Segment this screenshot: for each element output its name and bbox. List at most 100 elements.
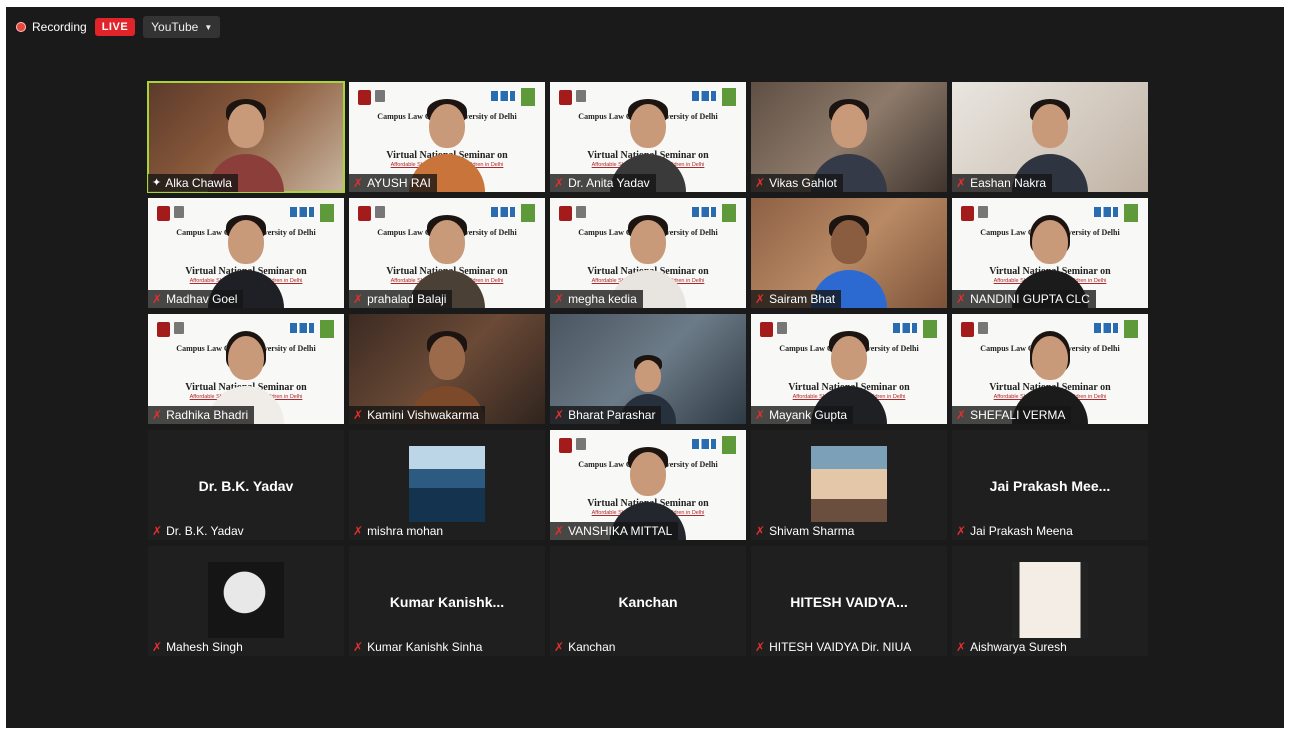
participant-tile[interactable]: ✗ Aishwarya Suresh (952, 546, 1148, 656)
participant-name-tag: ✗ Kanchan (550, 638, 621, 656)
participant-name-tag: ✗ VANSHIKA MITTAL (550, 522, 679, 540)
profile-picture (208, 562, 284, 638)
participant-name-tag: ✦ Alka Chawla (148, 174, 238, 192)
participant-name: NANDINI GUPTA CLC (970, 292, 1090, 306)
mic-off-icon: ✗ (152, 524, 163, 538)
mic-off-icon: ✗ (353, 176, 364, 190)
participant-name-tag: ✗ NANDINI GUPTA CLC (952, 290, 1096, 308)
mic-off-icon: ✗ (755, 524, 766, 538)
participant-tile[interactable]: Dr. B.K. Yadav ✗ Dr. B.K. Yadav (148, 430, 344, 540)
profile-picture (1012, 562, 1088, 638)
recording-label: Recording (32, 20, 87, 34)
participant-name: megha kedia (568, 292, 637, 306)
mic-off-icon: ✗ (554, 176, 565, 190)
participant-tile[interactable]: ✦ Alka Chawla (147, 81, 345, 193)
participant-name-tag: ✗ Vikas Gahlot (751, 174, 843, 192)
mic-off-icon: ✗ (755, 408, 766, 422)
participant-tile[interactable]: Campus Law Centre, University of Delhi V… (148, 198, 344, 308)
participant-name-tag: ✗ Kumar Kanishk Sinha (349, 638, 488, 656)
participant-name: HITESH VAIDYA Dir. NIUA (769, 640, 912, 654)
participant-name: Alka Chawla (165, 176, 232, 190)
profile-picture (811, 446, 887, 522)
participant-name-tag: ✗ Bharat Parashar (550, 406, 662, 424)
mic-off-icon: ✗ (755, 176, 766, 190)
participant-name-tag: ✗ Mahesh Singh (148, 638, 249, 656)
pin-icon: ✦ (152, 176, 162, 189)
participant-name: Aishwarya Suresh (970, 640, 1067, 654)
participant-name: Shivam Sharma (769, 524, 855, 538)
participant-tile[interactable]: ✗ Bharat Parashar (550, 314, 746, 424)
participant-tile[interactable]: ✗ Shivam Sharma (751, 430, 947, 540)
participant-tile[interactable]: Campus Law Centre, University of Delhi V… (349, 82, 545, 192)
participant-name-tag: ✗ AYUSH RAI (349, 174, 437, 192)
participant-tile[interactable]: ✗ Vikas Gahlot (751, 82, 947, 192)
meeting-window: Recording LIVE YouTube ▼ ✦ Alka Chawla C… (6, 7, 1284, 728)
participant-name-tag: ✗ Eashan Nakra (952, 174, 1053, 192)
participant-tile[interactable]: Campus Law Centre, University of Delhi V… (148, 314, 344, 424)
stream-target-dropdown[interactable]: YouTube ▼ (143, 16, 221, 38)
participant-name-tag: ✗ Radhika Bhadri (148, 406, 255, 424)
record-dot-icon (16, 22, 26, 32)
participant-tile[interactable]: Kanchan ✗ Kanchan (550, 546, 746, 656)
live-badge: LIVE (94, 18, 136, 36)
participant-name-tag: ✗ Dr. B.K. Yadav (148, 522, 250, 540)
participant-tile[interactable]: HITESH VAIDYA... ✗ HITESH VAIDYA Dir. NI… (751, 546, 947, 656)
profile-picture (409, 446, 485, 522)
mic-off-icon: ✗ (353, 640, 364, 654)
participant-name-tag: ✗ mishra mohan (349, 522, 449, 540)
participant-tile[interactable]: Kumar Kanishk... ✗ Kumar Kanishk Sinha (349, 546, 545, 656)
participant-tile[interactable]: Campus Law Centre, University of Delhi V… (751, 314, 947, 424)
stream-target-label: YouTube (151, 20, 199, 34)
mic-off-icon: ✗ (554, 524, 565, 538)
mic-off-icon: ✗ (554, 408, 565, 422)
participant-tile[interactable]: Campus Law Centre, University of Delhi V… (349, 198, 545, 308)
gallery-grid: ✦ Alka Chawla Campus Law Centre, Univers… (147, 81, 1150, 656)
participant-tile[interactable]: ✗ Sairam Bhat (751, 198, 947, 308)
participant-tile[interactable]: Campus Law Centre, University of Delhi V… (550, 430, 746, 540)
participant-tile[interactable]: Jai Prakash Mee... ✗ Jai Prakash Meena (952, 430, 1148, 540)
participant-tile[interactable]: ✗ mishra mohan (349, 430, 545, 540)
participant-name-tag: ✗ megha kedia (550, 290, 643, 308)
participant-display-name: Kanchan (618, 594, 678, 610)
mic-off-icon: ✗ (353, 524, 364, 538)
mic-off-icon: ✗ (353, 292, 364, 306)
participant-name: Jai Prakash Meena (970, 524, 1073, 538)
participant-tile[interactable]: Campus Law Centre, University of Delhi V… (952, 314, 1148, 424)
participant-tile[interactable]: ✗ Mahesh Singh (148, 546, 344, 656)
mic-off-icon: ✗ (755, 640, 766, 654)
participant-name-tag: ✗ Madhav Goel (148, 290, 244, 308)
participant-name: Vikas Gahlot (769, 176, 837, 190)
mic-off-icon: ✗ (152, 292, 163, 306)
participant-name: prahalad Balaji (367, 292, 447, 306)
participant-name-tag: ✗ Shivam Sharma (751, 522, 860, 540)
participant-name: Eashan Nakra (970, 176, 1047, 190)
participant-name: mishra mohan (367, 524, 444, 538)
mic-off-icon: ✗ (956, 640, 967, 654)
participant-display-name: HITESH VAIDYA... (790, 594, 908, 610)
participant-name: Sairam Bhat (769, 292, 836, 306)
participant-tile[interactable]: ✗ Kamini Vishwakarma (349, 314, 545, 424)
participant-name: Dr. Anita Yadav (568, 176, 650, 190)
participant-name-tag: ✗ SHEFALI VERMA (952, 406, 1072, 424)
mic-off-icon: ✗ (956, 176, 967, 190)
participant-tile[interactable]: Campus Law Centre, University of Delhi V… (550, 198, 746, 308)
participant-display-name: Dr. B.K. Yadav (198, 478, 294, 494)
participant-name: Bharat Parashar (568, 408, 656, 422)
participant-name-tag: ✗ Jai Prakash Meena (952, 522, 1079, 540)
participant-name-tag: ✗ Sairam Bhat (751, 290, 842, 308)
participant-name: Kanchan (568, 640, 616, 654)
participant-name-tag: ✗ Mayank Gupta (751, 406, 854, 424)
participant-name: SHEFALI VERMA (970, 408, 1066, 422)
participant-tile[interactable]: Campus Law Centre, University of Delhi V… (550, 82, 746, 192)
mic-off-icon: ✗ (152, 408, 163, 422)
participant-name-tag: ✗ prahalad Balaji (349, 290, 453, 308)
participant-tile[interactable]: ✗ Eashan Nakra (952, 82, 1148, 192)
mic-off-icon: ✗ (956, 524, 967, 538)
participant-display-name: Kumar Kanishk... (389, 594, 505, 610)
participant-name: Kumar Kanishk Sinha (367, 640, 483, 654)
participant-name: Madhav Goel (166, 292, 238, 306)
participant-name: Dr. B.K. Yadav (166, 524, 244, 538)
participant-name: Mahesh Singh (166, 640, 243, 654)
participant-display-name: Jai Prakash Mee... (989, 478, 1111, 494)
participant-tile[interactable]: Campus Law Centre, University of Delhi V… (952, 198, 1148, 308)
